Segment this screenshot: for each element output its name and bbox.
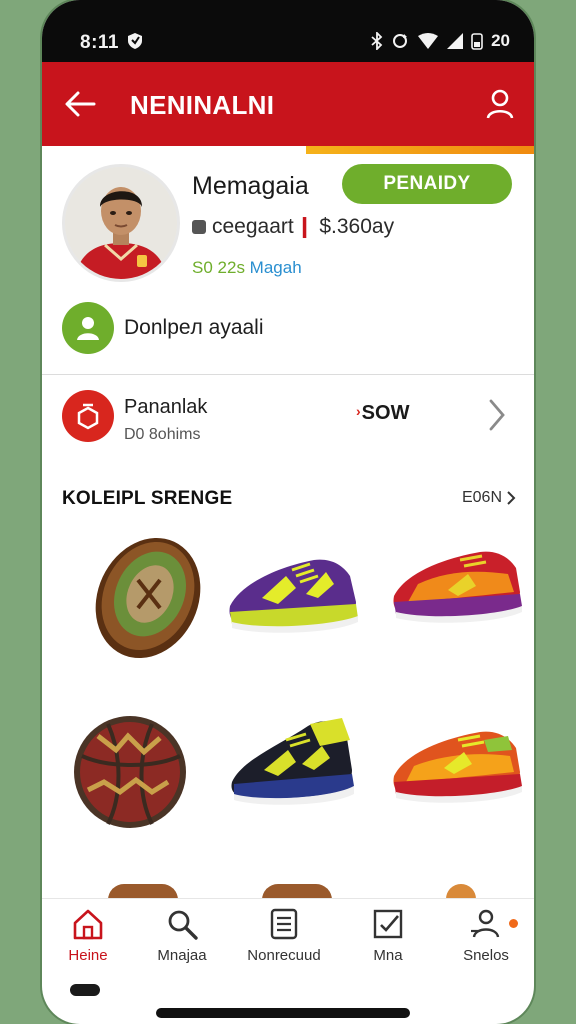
status-pill-button[interactable]: PENAIDY xyxy=(342,164,512,204)
back-button[interactable] xyxy=(60,84,100,124)
avatar[interactable] xyxy=(62,164,180,282)
people-icon xyxy=(471,909,500,938)
profile-name: Memagaia xyxy=(192,172,309,200)
arrow-left-icon xyxy=(65,91,96,117)
battery-level: 20 xyxy=(491,31,510,50)
bluetooth-icon xyxy=(371,32,383,50)
collection-item-red-sneaker[interactable] xyxy=(388,530,534,670)
person-icon xyxy=(62,302,114,354)
list-icon xyxy=(270,908,298,940)
sync-icon xyxy=(393,34,408,48)
wallet-title: Pananlak xyxy=(124,396,208,418)
collection-item-black-sneaker[interactable] xyxy=(222,706,372,846)
red-sneaker-icon xyxy=(393,551,522,623)
battery-icon xyxy=(471,33,483,50)
app-bar: NENINALNI xyxy=(42,62,534,146)
user-icon xyxy=(486,89,514,119)
nav-label: Heine xyxy=(68,947,108,964)
stats-row: S0 22s Magah xyxy=(192,258,302,278)
stats-count: S0 22 xyxy=(192,258,237,277)
wallet-subtitle: D0 8ohims xyxy=(124,426,201,443)
nav-item-search[interactable]: Mnajaa xyxy=(134,907,230,964)
nav-label: Mna xyxy=(373,947,403,964)
status-time: 8:11 xyxy=(80,32,119,53)
status-bar: 8:11 20 xyxy=(42,0,534,62)
page-title: NENINALNI xyxy=(130,90,275,120)
wallet-row[interactable]: Pananlak D0 8ohims ›SOW xyxy=(42,376,534,454)
chevron-right-small-icon xyxy=(507,491,516,505)
nav-label: Nonrecuud xyxy=(247,947,321,964)
collection-grid xyxy=(42,530,534,900)
balance-prefix: ceegaart xyxy=(212,214,294,238)
home-indicator[interactable] xyxy=(156,1008,410,1018)
balance-marker-icon: ❙ xyxy=(295,215,314,238)
wallet-small-icon xyxy=(192,219,206,234)
nav-label: Snelos xyxy=(463,947,509,964)
contact-row[interactable]: Donlpeл ayaali xyxy=(62,302,264,354)
timer-icon xyxy=(62,390,114,442)
orange-sneaker-icon xyxy=(393,731,522,803)
nav-label: Mnajaa xyxy=(157,947,207,964)
phone-screen: 8:11 20 NENINALNI Memagaia PENAIDY ceega… xyxy=(42,0,534,1024)
account-button[interactable] xyxy=(480,84,520,124)
wifi-icon xyxy=(418,33,439,49)
accent-strip xyxy=(306,146,534,154)
wooden-shield-icon xyxy=(95,537,201,659)
see-all-label: E06N xyxy=(461,489,502,506)
wallet-amount: ›SOW xyxy=(356,402,410,424)
search-icon xyxy=(168,910,198,940)
amount-marker-icon: › xyxy=(356,403,361,419)
chevron-right-icon[interactable] xyxy=(486,398,508,432)
nav-item-social[interactable]: Snelos xyxy=(438,907,534,964)
stats-link[interactable]: Magah xyxy=(250,258,302,277)
shield-icon xyxy=(128,33,142,49)
signal-icon xyxy=(447,33,464,49)
chained-ball-icon xyxy=(74,716,186,828)
collection-item-ball[interactable] xyxy=(68,706,218,846)
nav-item-home[interactable]: Heine xyxy=(42,907,136,964)
nav-item-tasks[interactable]: Mna xyxy=(340,907,436,964)
collection-item-shield[interactable] xyxy=(68,530,218,670)
player-portrait xyxy=(65,167,177,279)
system-indicator xyxy=(70,984,100,996)
stats-unit: s xyxy=(236,258,245,277)
contact-label: Donlpeл ayaali xyxy=(124,316,264,339)
balance-amount: $.360ay xyxy=(319,214,395,238)
status-icons: 20 xyxy=(371,31,510,51)
see-all-link[interactable]: E06N xyxy=(462,489,516,507)
nav-item-list[interactable]: Nonrecuud xyxy=(236,907,332,964)
bottom-nav: Heine Mnajaa Nonrecuud Mna Snelos xyxy=(42,898,534,979)
home-icon xyxy=(73,909,103,940)
purple-sneaker-icon xyxy=(229,559,358,633)
black-sneaker-icon xyxy=(231,718,354,805)
balance-row: ceegaart ❙ $.360ay xyxy=(192,214,394,239)
divider xyxy=(42,374,534,375)
collection-item-purple-sneaker[interactable] xyxy=(222,536,372,676)
section-title: KOLEIPL SRENGE xyxy=(62,488,233,509)
notification-dot xyxy=(509,919,518,928)
collection-item-orange-sneaker[interactable] xyxy=(388,710,534,850)
checkbox-icon xyxy=(373,909,403,939)
